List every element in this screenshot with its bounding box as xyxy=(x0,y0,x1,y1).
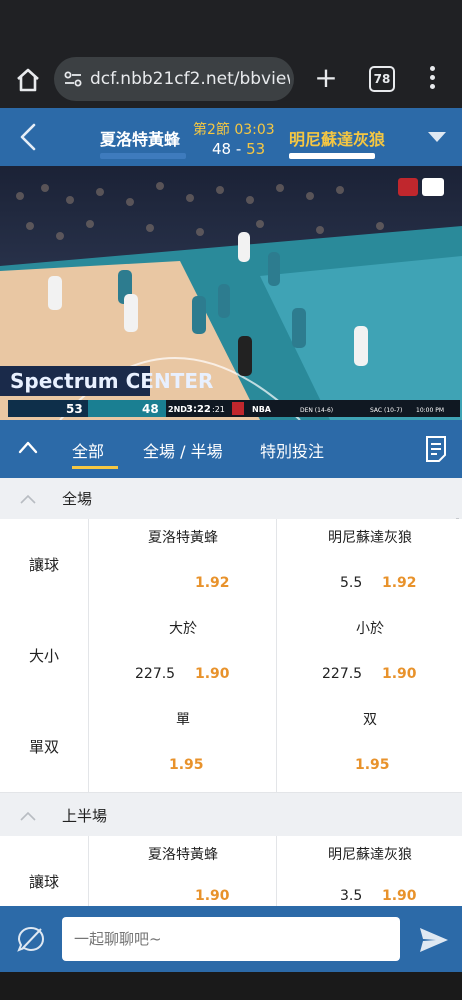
market-label-handicap: 讓球 xyxy=(0,519,88,611)
market-label-total: 大小 xyxy=(0,610,88,702)
site-settings-icon[interactable] xyxy=(64,71,82,87)
odds-button[interactable]: 1.95 xyxy=(88,737,277,793)
odds-button[interactable]: 3.5 1.90 xyxy=(276,872,462,906)
market-label-handicap: 讓球 xyxy=(0,836,88,906)
tab-all[interactable]: 全部 xyxy=(72,438,104,462)
bet-slip-icon[interactable] xyxy=(425,435,447,463)
chat-disabled-icon[interactable] xyxy=(16,924,46,954)
arena-banner: Spectrum CENTER xyxy=(10,369,213,393)
market-header-away: 明尼蘇達灰狼 xyxy=(276,836,462,873)
back-icon[interactable] xyxy=(16,122,40,152)
section-header-first-half[interactable]: 上半場 xyxy=(0,795,462,835)
odds-button[interactable]: 5.5 1.92 xyxy=(276,555,462,611)
scorebug-shot-clock: :21 xyxy=(212,405,225,414)
odds-button[interactable]: 227.5 1.90 xyxy=(88,646,277,702)
odds-button[interactable]: 1.90 xyxy=(88,872,277,906)
scorebug-other-game2: SAC (10-7) xyxy=(370,407,402,414)
odds-line: 227.5 xyxy=(322,666,363,682)
market-header-away: 明尼蘇達灰狼 xyxy=(276,519,462,556)
odds-line: 227.5 xyxy=(135,666,176,682)
game-header: 夏洛特黃蜂 第2節 03:03 48 - 53 明尼蘇達灰狼 xyxy=(0,108,462,166)
live-video-player[interactable]: Spectrum CENTER 53 48 2ND 3:22 :21 NBA D… xyxy=(0,166,462,420)
send-icon[interactable] xyxy=(418,926,450,954)
odds-price: 1.90 xyxy=(195,888,230,904)
section-header-full-game[interactable]: 全場 xyxy=(0,478,462,518)
video-frame: Spectrum CENTER 53 48 2ND 3:22 :21 NBA D… xyxy=(0,166,462,420)
system-nav-bar xyxy=(0,972,462,1000)
browser-toolbar: dcf.nbb21cf2.net/bbview + 78 xyxy=(0,52,462,108)
scorebug-other-time: 10:00 PM xyxy=(416,407,444,414)
odds-button[interactable]: 1.92 xyxy=(88,555,277,611)
bet-category-tabs: 全部 全場 / 半場 特別投注 xyxy=(0,420,462,478)
home-score: 48 xyxy=(212,140,232,158)
url-text: dcf.nbb21cf2.net/bbview xyxy=(90,69,290,89)
odds-price: 1.90 xyxy=(195,666,230,682)
chevron-up-icon xyxy=(20,494,36,504)
market-header-even: 双 xyxy=(276,701,462,738)
active-tab-indicator xyxy=(72,466,118,469)
home-icon[interactable] xyxy=(14,66,42,94)
live-score: 48 - 53 xyxy=(212,140,265,158)
browser-menu-icon[interactable] xyxy=(428,66,436,94)
odds-button[interactable]: 1.95 xyxy=(276,737,462,793)
odds-price: 1.92 xyxy=(382,575,417,591)
scorebug-team1-score: 53 xyxy=(66,402,83,416)
chat-bar xyxy=(0,906,462,972)
tab-special-bets[interactable]: 特別投注 xyxy=(260,438,324,462)
section-title: 全場 xyxy=(62,490,93,508)
away-team-indicator xyxy=(289,153,375,159)
market-header-under: 小於 xyxy=(276,610,462,647)
new-tab-button[interactable]: + xyxy=(312,64,340,92)
chat-input[interactable] xyxy=(62,917,400,961)
home-team-indicator xyxy=(100,153,186,159)
score-separator: - xyxy=(235,140,242,158)
market-header-home: 夏洛特黃蜂 xyxy=(88,519,277,556)
period-clock: 第2節 03:03 xyxy=(193,122,275,138)
collapse-icon[interactable] xyxy=(18,440,38,454)
status-bar xyxy=(0,0,462,52)
address-bar[interactable]: dcf.nbb21cf2.net/bbview xyxy=(54,57,294,101)
odds-price: 1.90 xyxy=(382,666,417,682)
section-title: 上半場 xyxy=(62,807,108,825)
market-header-home: 夏洛特黃蜂 xyxy=(88,836,277,873)
odds-line: 3.5 xyxy=(340,888,363,904)
market-header-odd: 單 xyxy=(88,701,277,738)
home-team-name[interactable]: 夏洛特黃蜂 xyxy=(100,126,180,150)
tab-full-half[interactable]: 全場 / 半場 xyxy=(143,438,223,462)
game-dropdown-icon[interactable] xyxy=(428,132,446,142)
odds-price: 1.95 xyxy=(355,757,390,773)
tab-switcher-button[interactable]: 78 xyxy=(369,66,395,92)
away-score: 53 xyxy=(246,140,266,158)
odds-line: 5.5 xyxy=(340,575,363,591)
odds-price: 1.95 xyxy=(169,757,204,773)
market-label-odd-even: 單双 xyxy=(0,701,88,793)
away-team-name[interactable]: 明尼蘇達灰狼 xyxy=(289,126,385,150)
chevron-up-icon xyxy=(20,811,36,821)
odds-panel: 全場 讓球 夏洛特黃蜂 明尼蘇達灰狼 1.92 5.5 1.92 大小 大於 小… xyxy=(0,478,462,906)
scorebug-league: NBA xyxy=(252,405,272,414)
market-header-over: 大於 xyxy=(88,610,277,647)
odds-button[interactable]: 227.5 1.90 xyxy=(276,646,462,702)
scorebug-team2-score: 48 xyxy=(142,402,159,416)
scorebug-clock: 3:22 xyxy=(186,404,211,415)
odds-price: 1.90 xyxy=(382,888,417,904)
odds-price: 1.92 xyxy=(195,575,230,591)
scorebug-quarter: 2ND xyxy=(168,405,187,414)
scorebug-other-game: DEN (14-6) xyxy=(300,407,333,414)
